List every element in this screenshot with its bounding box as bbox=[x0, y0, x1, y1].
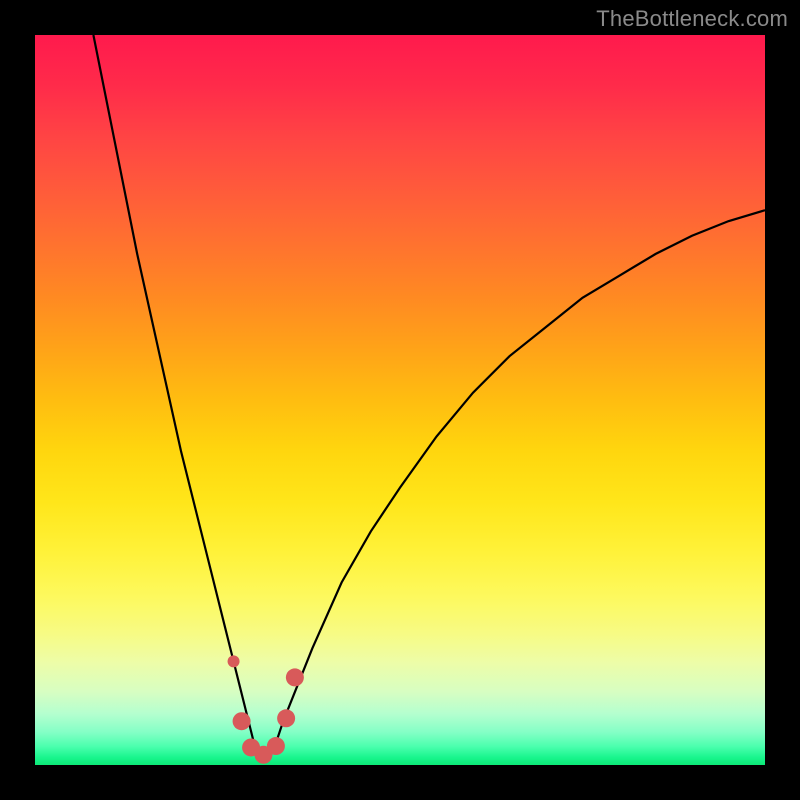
highlight-markers bbox=[228, 655, 304, 763]
highlight-dot bbox=[277, 709, 295, 727]
watermark-text: TheBottleneck.com bbox=[596, 6, 788, 32]
highlight-dot bbox=[233, 712, 251, 730]
bottleneck-curve bbox=[93, 35, 765, 758]
highlight-dot bbox=[228, 655, 240, 667]
highlight-dot bbox=[286, 668, 304, 686]
curve-layer bbox=[35, 35, 765, 765]
plot-area bbox=[35, 35, 765, 765]
chart-frame: TheBottleneck.com bbox=[0, 0, 800, 800]
highlight-dot bbox=[267, 737, 285, 755]
